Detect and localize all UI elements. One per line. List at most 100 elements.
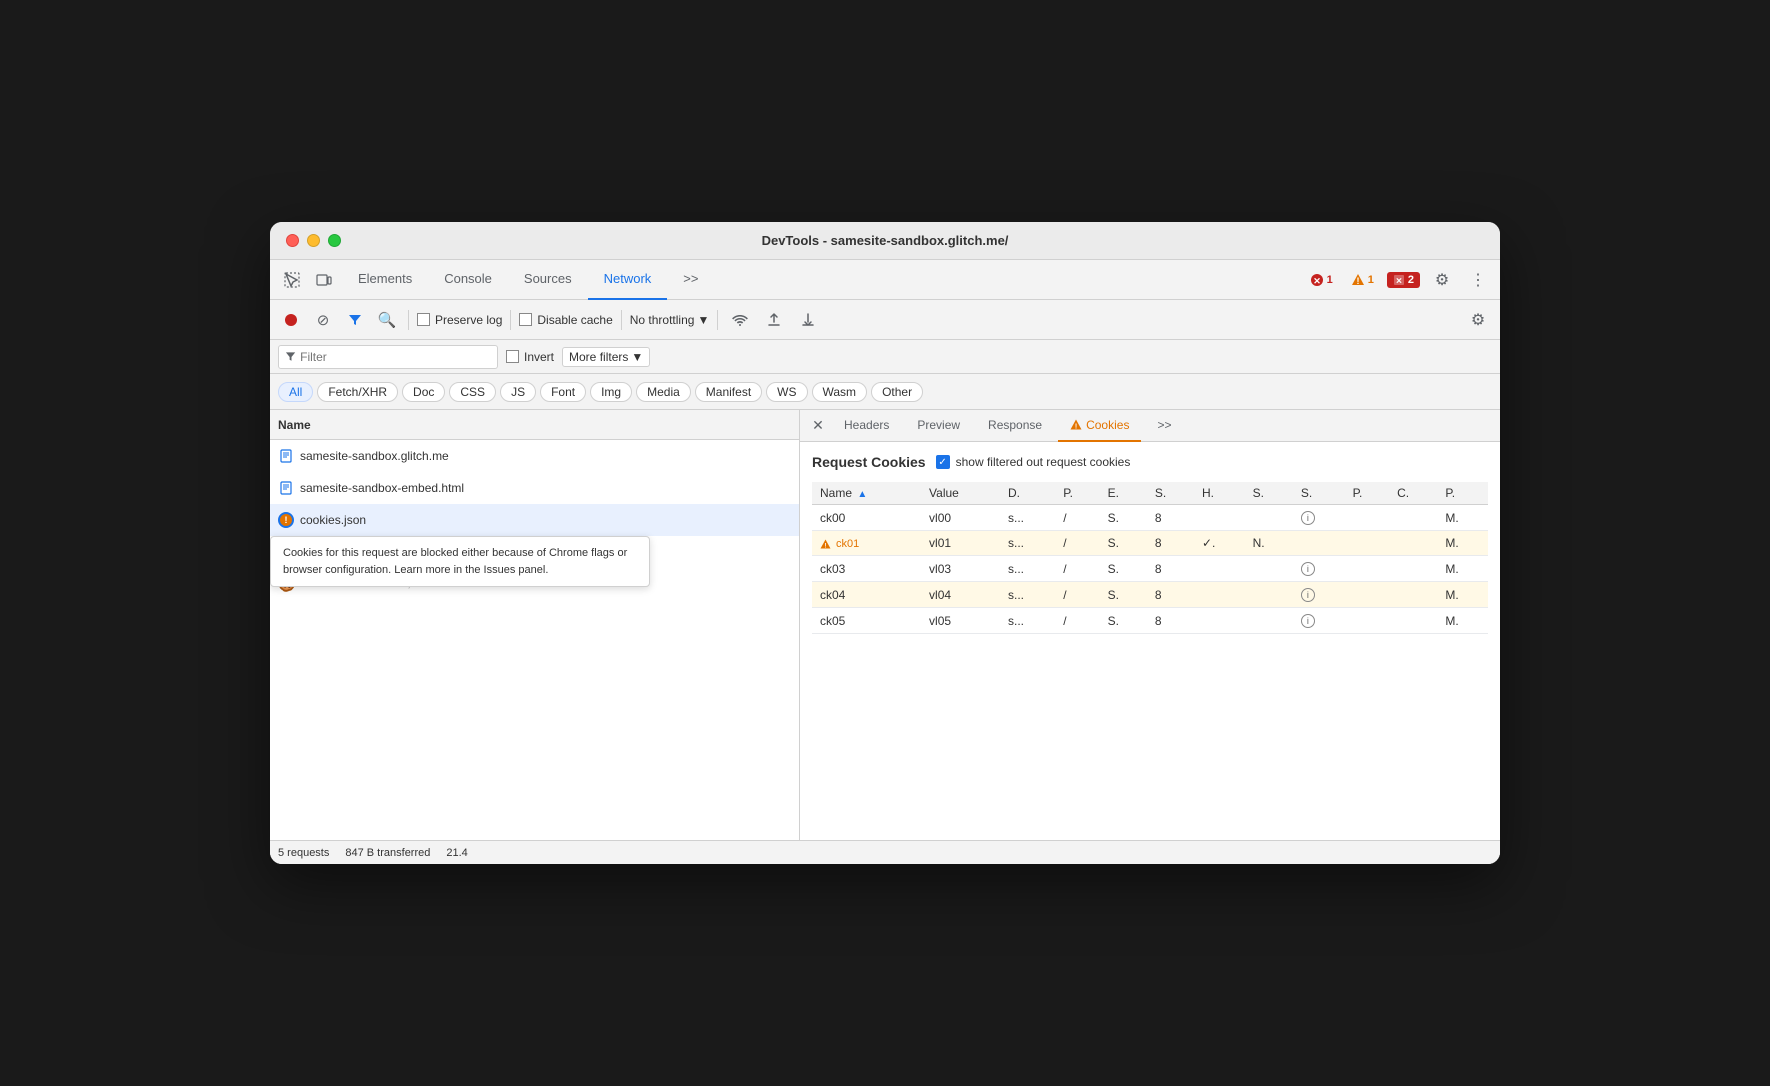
- throttle-arrow: ▼: [697, 313, 709, 327]
- tab-elements[interactable]: Elements: [342, 260, 428, 300]
- warning-badge[interactable]: ! 1: [1346, 271, 1379, 289]
- detail-tab-cookies[interactable]: ! Cookies: [1058, 410, 1141, 442]
- tab-console[interactable]: Console: [428, 260, 508, 300]
- file-name-3: cookies.json: [300, 513, 366, 527]
- svg-text:✕: ✕: [1396, 276, 1403, 285]
- show-filtered-checkbox[interactable]: ✓: [936, 455, 950, 469]
- throttle-selector[interactable]: No throttling ▼: [630, 313, 710, 327]
- cookie-row-ck01[interactable]: ! ck01 vl01 s... / S. 8 ✓. N.: [812, 531, 1488, 556]
- cookie-name-ck01: ! ck01: [812, 531, 921, 556]
- disable-cache-checkbox[interactable]: [519, 313, 532, 326]
- cookie-row-ck05[interactable]: ck05 vl05 s... / S. 8 i: [812, 608, 1488, 634]
- cookies-warning-icon: !: [1070, 419, 1082, 431]
- clear-btn[interactable]: ⊘: [310, 307, 336, 333]
- cookie-value-ck05: vl05: [921, 608, 1000, 634]
- detail-tab-more[interactable]: >>: [1145, 410, 1183, 442]
- preserve-log-area: Preserve log: [417, 313, 502, 327]
- file-item-3[interactable]: ! cookies.json Cookies for this request …: [270, 504, 799, 536]
- info-icon-ck00[interactable]: i: [1301, 511, 1315, 525]
- col-e[interactable]: E.: [1100, 482, 1147, 505]
- file-list-header: Name: [270, 410, 799, 440]
- svg-text:!: !: [1356, 276, 1359, 286]
- cookie-name-ck00: ck00: [812, 505, 921, 531]
- filter-input-wrap[interactable]: [278, 345, 498, 369]
- close-panel-btn[interactable]: ✕: [808, 416, 828, 436]
- type-filter-img[interactable]: Img: [590, 382, 632, 402]
- second-toolbar: ⊘ 🔍 Preserve log Disable cache No thrott…: [270, 300, 1500, 340]
- settings-icon[interactable]: ⚙: [1428, 266, 1456, 294]
- col-h[interactable]: H.: [1194, 482, 1245, 505]
- preserve-log-checkbox[interactable]: [417, 313, 430, 326]
- minimize-button[interactable]: [307, 234, 320, 247]
- filter-input[interactable]: [300, 350, 491, 364]
- wifi-icon[interactable]: [726, 306, 754, 334]
- type-filter-js[interactable]: JS: [500, 382, 536, 402]
- disable-cache-area: Disable cache: [519, 313, 612, 327]
- col-s3[interactable]: S.: [1293, 482, 1345, 505]
- upload-icon[interactable]: [760, 306, 788, 334]
- tab-sources[interactable]: Sources: [508, 260, 588, 300]
- cookie-value-ck04: vl04: [921, 582, 1000, 608]
- cookie-name-ck04: ck04: [812, 582, 921, 608]
- svg-text:!: !: [1075, 423, 1077, 430]
- cookie-row-ck00[interactable]: ck00 vl00 s... / S. 8 i: [812, 505, 1488, 531]
- download-icon[interactable]: [794, 306, 822, 334]
- col-name[interactable]: Name ▲: [812, 482, 921, 505]
- cookie-row-ck03[interactable]: ck03 vl03 s... / S. 8 i: [812, 556, 1488, 582]
- window-title: DevTools - samesite-sandbox.glitch.me/: [762, 233, 1009, 248]
- more-icon[interactable]: ⋮: [1464, 266, 1492, 294]
- tab-more[interactable]: >>: [667, 260, 714, 300]
- type-filter-fetch-xhr[interactable]: Fetch/XHR: [317, 382, 398, 402]
- cursor-icon[interactable]: [278, 266, 306, 294]
- type-filter-other[interactable]: Other: [871, 382, 923, 402]
- cookie-row-ck04[interactable]: ck04 vl04 s... / S. 8 i: [812, 582, 1488, 608]
- col-p2[interactable]: P.: [1345, 482, 1389, 505]
- sort-arrow: ▲: [857, 489, 867, 500]
- error-badge[interactable]: ✕ 1: [1305, 271, 1338, 289]
- col-d[interactable]: D.: [1000, 482, 1055, 505]
- type-filter-wasm[interactable]: Wasm: [812, 382, 868, 402]
- doc-icon-2: [278, 480, 294, 496]
- col-c[interactable]: C.: [1389, 482, 1437, 505]
- separator-2: [510, 310, 511, 330]
- file-item-1[interactable]: samesite-sandbox.glitch.me: [270, 440, 799, 472]
- network-settings-icon[interactable]: ⚙: [1464, 306, 1492, 334]
- maximize-button[interactable]: [328, 234, 341, 247]
- col-s2[interactable]: S.: [1245, 482, 1293, 505]
- device-icon[interactable]: [310, 266, 338, 294]
- type-filter-css[interactable]: CSS: [449, 382, 496, 402]
- type-filter-manifest[interactable]: Manifest: [695, 382, 762, 402]
- more-filters-button[interactable]: More filters ▼: [562, 347, 650, 367]
- info-icon-ck03[interactable]: i: [1301, 562, 1315, 576]
- request-cookies-header: Request Cookies ✓ show filtered out requ…: [812, 454, 1488, 470]
- type-filter-ws[interactable]: WS: [766, 382, 807, 402]
- separator-1: [408, 310, 409, 330]
- close-button[interactable]: [286, 234, 299, 247]
- type-filter-doc[interactable]: Doc: [402, 382, 445, 402]
- col-s[interactable]: S.: [1147, 482, 1194, 505]
- stop-recording-btn[interactable]: [278, 307, 304, 333]
- search-btn[interactable]: 🔍: [374, 307, 400, 333]
- col-p[interactable]: P.: [1055, 482, 1099, 505]
- red-box-badge[interactable]: ✕ 2: [1387, 272, 1420, 288]
- detail-tab-headers[interactable]: Headers: [832, 410, 901, 442]
- type-filter-font[interactable]: Font: [540, 382, 586, 402]
- type-filter-all[interactable]: All: [278, 382, 313, 402]
- file-item-2[interactable]: samesite-sandbox-embed.html: [270, 472, 799, 504]
- info-icon-ck05[interactable]: i: [1301, 614, 1315, 628]
- filter-icon[interactable]: [342, 307, 368, 333]
- detail-tab-response[interactable]: Response: [976, 410, 1054, 442]
- warning-tooltip: Cookies for this request are blocked eit…: [270, 536, 650, 587]
- cookie-name-ck05: ck05: [812, 608, 921, 634]
- separator-3: [621, 310, 622, 330]
- tab-network[interactable]: Network: [588, 260, 668, 300]
- info-icon-ck04[interactable]: i: [1301, 588, 1315, 602]
- detail-tab-preview[interactable]: Preview: [905, 410, 972, 442]
- type-filter-media[interactable]: Media: [636, 382, 691, 402]
- invert-checkbox[interactable]: [506, 350, 519, 363]
- doc-icon-1: [278, 448, 294, 464]
- col-value[interactable]: Value: [921, 482, 1000, 505]
- filter-funnel-icon: [285, 351, 296, 363]
- svg-text:!: !: [825, 543, 827, 549]
- col-p3[interactable]: P.: [1437, 482, 1488, 505]
